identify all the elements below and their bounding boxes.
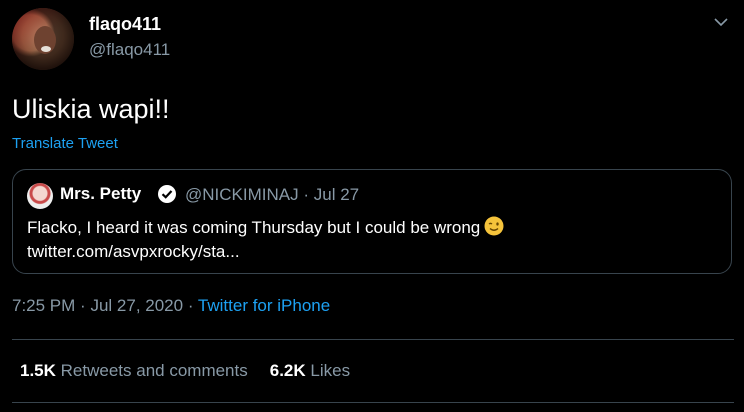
- retweets-label: Retweets and comments: [60, 361, 248, 380]
- quoted-date: Jul 27: [313, 185, 360, 204]
- quoted-text-line: Flacko, I heard it was coming Thursday b…: [27, 216, 504, 240]
- author-display-name[interactable]: flaqo411: [89, 14, 161, 35]
- divider: [12, 339, 734, 340]
- quoted-handle: @NICKIMINAJ: [185, 185, 299, 204]
- likes-count: 6.2K: [269, 361, 306, 380]
- tweet-source-link[interactable]: Twitter for iPhone: [198, 296, 330, 315]
- tweet-stats: 1.5K Retweets and comments 6.2K Likes: [20, 361, 350, 381]
- chevron-down-icon[interactable]: [713, 14, 729, 30]
- tweet-meta: 7:25 PM · Jul 27, 2020 · Twitter for iPh…: [12, 296, 330, 316]
- translate-tweet-link[interactable]: Translate Tweet: [12, 135, 118, 152]
- likes-stat[interactable]: 6.2K Likes: [270, 361, 350, 380]
- quoted-display-name: Mrs. Petty: [60, 184, 142, 203]
- meta-separator: ·: [80, 296, 86, 315]
- quoted-text: Flacko, I heard it was coming Thursday b…: [27, 216, 504, 264]
- quoted-tweet-card[interactable]: Mrs. Petty @NICKIMINAJ · Jul 27 Flacko, …: [12, 169, 732, 274]
- retweets-count: 1.5K: [20, 361, 56, 380]
- avatar-mouth: [41, 46, 51, 52]
- author-handle[interactable]: @flaqo411: [89, 40, 170, 60]
- quoted-link[interactable]: twitter.com/asvpxrocky/sta...: [27, 240, 504, 264]
- quoted-avatar: [27, 183, 53, 209]
- tweet-date[interactable]: Jul 27, 2020: [90, 296, 183, 315]
- quoted-separator: ·: [303, 185, 310, 204]
- tweet-text: Uliskia wapi!!: [12, 94, 170, 124]
- tweet-time[interactable]: 7:25 PM: [12, 296, 75, 315]
- winking-face-icon: [484, 216, 504, 236]
- verified-badge-icon: [158, 185, 176, 203]
- meta-separator: ·: [187, 296, 194, 315]
- retweets-stat[interactable]: 1.5K Retweets and comments: [20, 361, 248, 380]
- quoted-handle-date: @NICKIMINAJ · Jul 27: [185, 185, 359, 205]
- author-avatar[interactable]: [12, 8, 74, 70]
- likes-label: Likes: [310, 361, 351, 380]
- divider: [12, 402, 734, 403]
- quoted-text-line1: Flacko, I heard it was coming Thursday b…: [27, 218, 481, 237]
